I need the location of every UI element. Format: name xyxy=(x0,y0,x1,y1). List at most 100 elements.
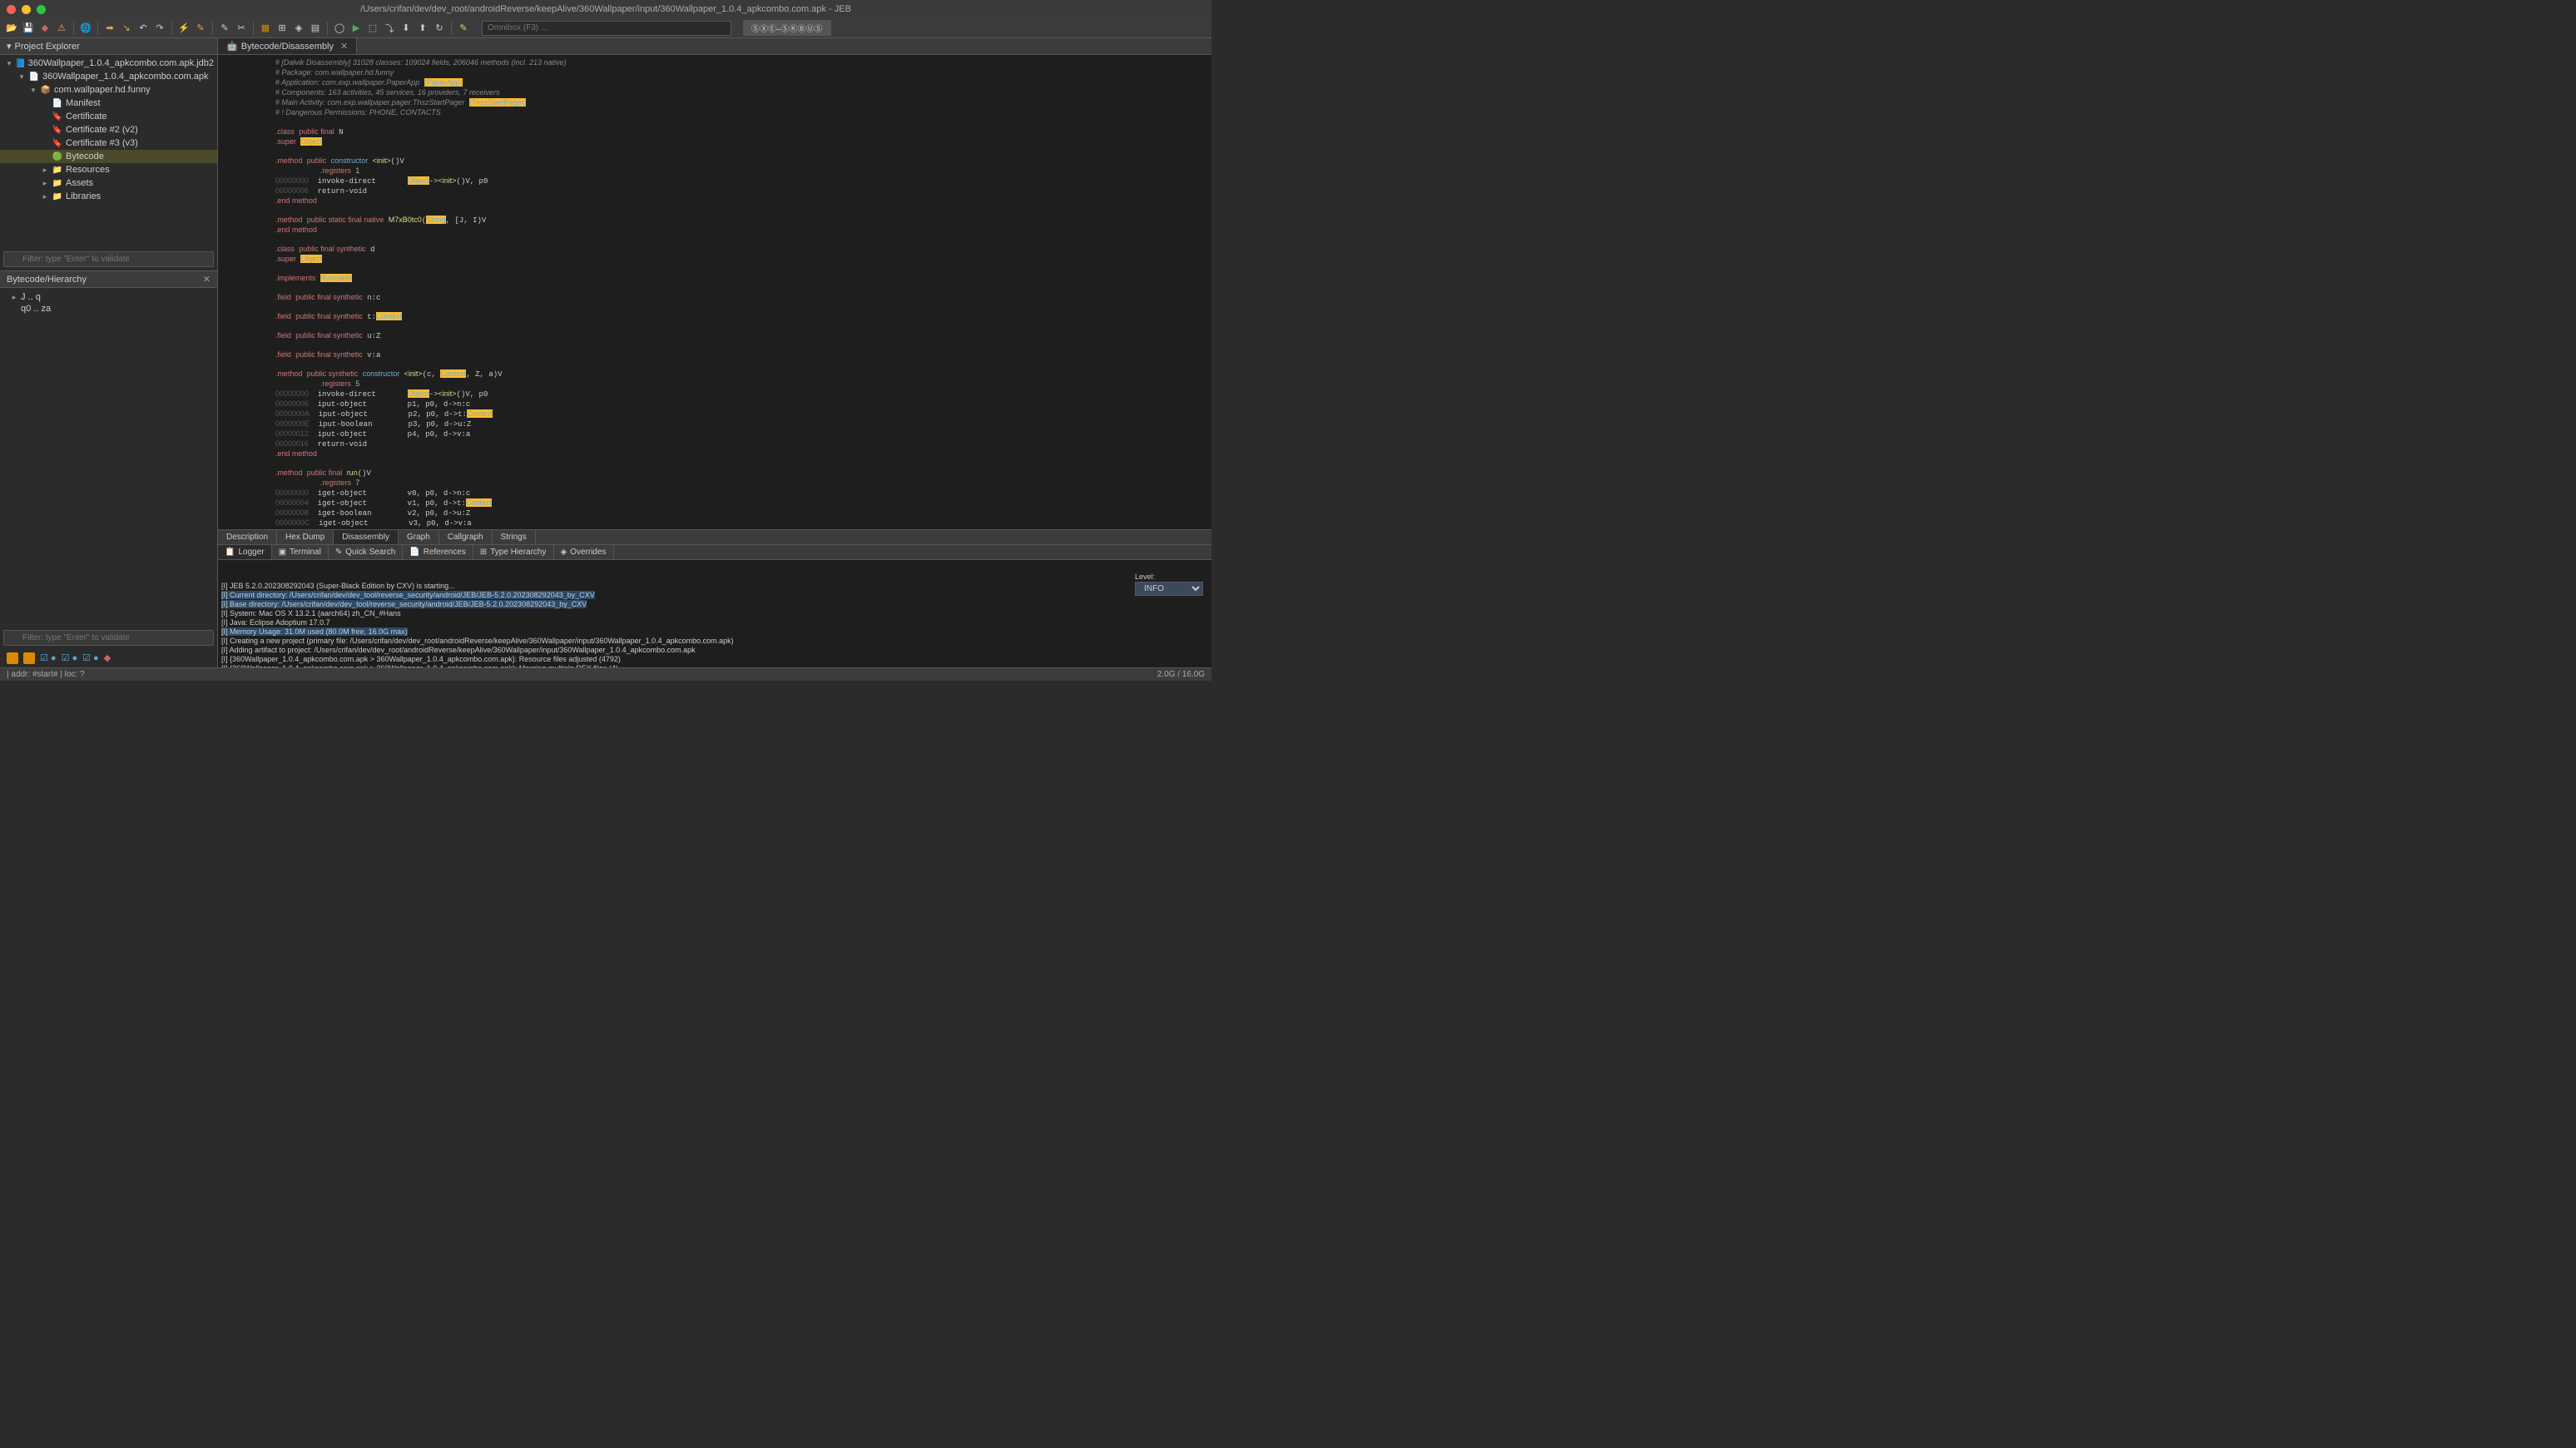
hierarchy-icon[interactable]: ⊞ xyxy=(275,22,289,35)
tree-item[interactable]: ▾📦com.wallpaper.hd.funny xyxy=(0,83,217,97)
close-window-icon[interactable] xyxy=(7,5,16,14)
log-line: [I] Creating a new project (primary file… xyxy=(221,637,1208,646)
toolbar: 📂 💾 ◆ ⚠ 🌐 ➡ ↘ ↶ ↷ ⚡ ✎ ✎ ✂ ▦ ⊞ ◈ ▤ ◯ ▶ ⬚ … xyxy=(0,18,1211,38)
tree-item[interactable]: 🔖Certificate xyxy=(0,110,217,123)
edit-script-icon[interactable]: ✎ xyxy=(194,22,207,35)
window-controls xyxy=(7,5,46,14)
close-tab-icon[interactable]: ✕ xyxy=(340,41,348,52)
tree-item[interactable]: 📄Manifest xyxy=(0,97,217,110)
status-left: | addr: #start# | loc: ? xyxy=(7,670,85,679)
tree-item[interactable]: ▸📁Assets xyxy=(0,176,217,190)
step-out-icon[interactable]: ⬆ xyxy=(416,22,429,35)
omnibox-input[interactable] xyxy=(482,21,731,36)
delete-icon[interactable]: ✂ xyxy=(235,22,248,35)
filter-1-icon[interactable] xyxy=(7,652,18,664)
project-explorer-header: ▾ Project Explorer xyxy=(0,38,217,55)
hierarchy-header: Bytecode/Hierarchy ✕ xyxy=(0,271,217,288)
check-1-icon[interactable]: ☑ ● xyxy=(40,652,57,664)
log-line: [I] {360Wallpaper_1.0.4_apkcombo.com.apk… xyxy=(221,664,1208,667)
disassembly-view[interactable]: # [Dalvik Disassembly] 31028 classes: 10… xyxy=(218,55,1211,529)
log-level-select[interactable]: INFO xyxy=(1135,582,1203,596)
hierarchy-filter-input[interactable] xyxy=(3,630,214,646)
logtab-type-hierarchy[interactable]: ⊞Type Hierarchy xyxy=(473,545,554,559)
log-line: [I] Adding artifact to project: /Users/c… xyxy=(221,646,1208,655)
log-line: [I] Current directory: /Users/crifan/dev… xyxy=(221,591,1208,600)
titlebar: /Users/crifan/dev/dev_root/androidRevers… xyxy=(0,0,1211,18)
step-into-icon[interactable]: ⬇ xyxy=(399,22,413,35)
check-2-icon[interactable]: ☑ ● xyxy=(62,652,78,664)
log-level-label: Level: xyxy=(1135,573,1155,581)
check-3-icon[interactable]: ☑ ● xyxy=(82,652,99,664)
status-memory: 2.0G / 16.0G xyxy=(1157,670,1205,679)
stop-icon[interactable]: ◯ xyxy=(333,22,346,35)
log-panel: 📋Logger▣Terminal✎Quick Search📄References… xyxy=(218,544,1211,667)
run-icon[interactable]: ▶ xyxy=(349,22,363,35)
logtab-terminal[interactable]: ▣Terminal xyxy=(272,545,329,559)
hierarchy-item[interactable]: ▸ J .. q xyxy=(7,291,211,303)
subtab-hex-dump[interactable]: Hex Dump xyxy=(277,530,334,544)
bottom-icon-bar: ☑ ● ☑ ● ☑ ● ◆ xyxy=(0,649,217,667)
edit-icon[interactable]: ✎ xyxy=(218,22,231,35)
logtab-references[interactable]: 📄References xyxy=(403,545,473,559)
tree-item[interactable]: 🔖Certificate #3 (v3) xyxy=(0,136,217,150)
left-sidebar: ▾ Project Explorer ▾📘360Wallpaper_1.0.4_… xyxy=(0,38,218,667)
maximize-window-icon[interactable] xyxy=(37,5,46,14)
redo-icon[interactable]: ↷ xyxy=(153,22,166,35)
undo-icon[interactable]: ↶ xyxy=(136,22,150,35)
step-over-icon[interactable]: ⤵ xyxy=(383,22,396,35)
status-bar: | addr: #start# | loc: ? 2.0G / 16.0G xyxy=(0,667,1211,681)
logtab-quick-search[interactable]: ✎Quick Search xyxy=(329,545,403,559)
artifact-icon[interactable]: ◆ xyxy=(38,22,52,35)
log-level-control: Level: INFO xyxy=(1114,563,1203,605)
window-title: /Users/crifan/dev/dev_root/androidRevers… xyxy=(360,4,851,14)
save-icon[interactable]: 💾 xyxy=(22,22,35,35)
step-icon[interactable]: ↻ xyxy=(433,22,446,35)
subtab-graph[interactable]: Graph xyxy=(399,530,439,544)
filter-2-icon[interactable] xyxy=(23,652,35,664)
log-body[interactable]: [I] JEB 5.2.0.202308292043 (Super-Black … xyxy=(218,560,1211,667)
android-icon: 🤖 xyxy=(226,41,238,52)
tree-filter-input[interactable] xyxy=(3,251,214,267)
strings-icon[interactable]: ▤ xyxy=(309,22,322,35)
highlight-icon[interactable]: ✎ xyxy=(457,22,470,35)
tree-item[interactable]: ▾📄360Wallpaper_1.0.4_apkcombo.com.apk xyxy=(0,70,217,83)
tree-collapse-icon[interactable]: ▾ xyxy=(7,41,12,52)
action-icon[interactable]: ⚠ xyxy=(55,22,68,35)
open-icon[interactable]: 📂 xyxy=(5,22,18,35)
project-tree[interactable]: ▾📘360Wallpaper_1.0.4_apkcombo.com.apk.jd… xyxy=(0,55,217,248)
import-icon[interactable]: ➡ xyxy=(103,22,116,35)
hierarchy-item[interactable]: q0 .. za xyxy=(7,303,211,315)
tree-item[interactable]: ▸📁Resources xyxy=(0,163,217,176)
logtab-logger[interactable]: 📋Logger xyxy=(218,545,272,559)
log-line: [I] {360Wallpaper_1.0.4_apkcombo.com.apk… xyxy=(221,655,1208,664)
logtab-overrides[interactable]: ◈Overrides xyxy=(554,545,614,559)
tree-item[interactable]: 🟢Bytecode xyxy=(0,150,217,163)
close-icon[interactable]: ✕ xyxy=(203,274,211,285)
log-line: [I] JEB 5.2.0.202308292043 (Super-Black … xyxy=(221,582,1208,591)
subtab-disassembly[interactable]: Disassembly xyxy=(334,530,399,544)
hierarchy-tree[interactable]: ▸ J .. q q0 .. za xyxy=(0,288,217,437)
script-icon[interactable]: ⚡ xyxy=(177,22,191,35)
tree-item[interactable]: ▸📁Libraries xyxy=(0,190,217,203)
tab-label: Bytecode/Disassembly xyxy=(241,42,334,52)
tab-bytecode-disasm[interactable]: 🤖 Bytecode/Disassembly ✕ xyxy=(218,38,357,54)
hierarchy-panel: Bytecode/Hierarchy ✕ ▸ J .. q q0 .. za xyxy=(0,270,217,437)
tree-item[interactable]: ▾📘360Wallpaper_1.0.4_apkcombo.com.apk.jd… xyxy=(0,57,217,70)
pause-icon[interactable]: ⬚ xyxy=(366,22,379,35)
export-icon[interactable]: ↘ xyxy=(120,22,133,35)
log-line: [I] Java: Eclipse Adoptium 17.0.7 xyxy=(221,618,1208,627)
hierarchy-title: Bytecode/Hierarchy xyxy=(7,275,87,285)
tree-item[interactable]: 🔖Certificate #2 (v2) xyxy=(0,123,217,136)
log-line: [I] System: Mac OS X 13.2.1 (aarch64) zh… xyxy=(221,609,1208,618)
log-line: [I] Base directory: /Users/crifan/dev/de… xyxy=(221,600,1208,609)
minimize-window-icon[interactable] xyxy=(22,5,31,14)
web-icon[interactable]: 🌐 xyxy=(79,22,92,35)
grid-icon[interactable]: ▦ xyxy=(259,22,272,35)
subtab-callgraph[interactable]: Callgraph xyxy=(439,530,493,544)
subtab-strings[interactable]: Strings xyxy=(493,530,536,544)
log-tabs: 📋Logger▣Terminal✎Quick Search📄References… xyxy=(218,545,1211,560)
subtab-description[interactable]: Description xyxy=(218,530,277,544)
diamond-icon[interactable]: ◆ xyxy=(104,652,111,664)
editor-tabs: 🤖 Bytecode/Disassembly ✕ xyxy=(218,38,1211,55)
graph-icon[interactable]: ◈ xyxy=(292,22,305,35)
